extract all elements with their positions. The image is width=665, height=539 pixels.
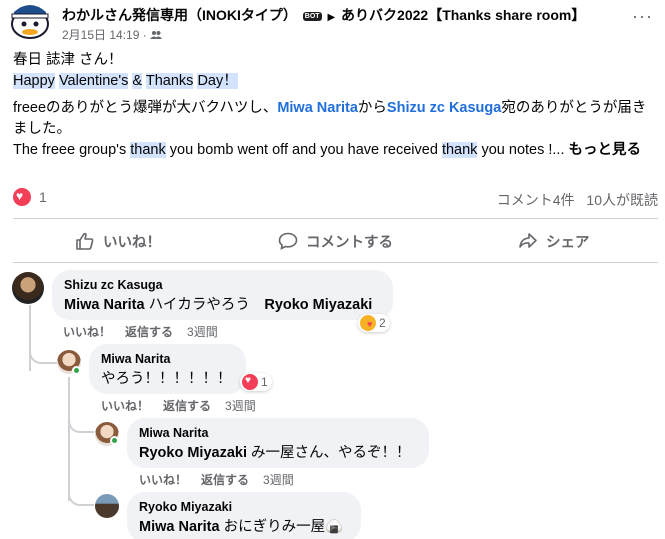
avatar[interactable] <box>95 494 119 518</box>
comment-body: おにぎりみ一屋 <box>219 519 326 535</box>
online-status-dot <box>72 366 81 375</box>
comment-author[interactable]: Ryoko Miyazaki <box>139 499 349 515</box>
divider <box>13 218 658 219</box>
mention-link[interactable]: Miwa Narita <box>139 519 220 535</box>
arrow-right-icon: ▶ <box>327 12 336 23</box>
en-text: you bomb went off and you have received <box>169 142 438 158</box>
comment-item: Ryoko Miyazaki Miwa Narita おにぎりみ一屋🍙 <box>0 490 665 539</box>
group-audience-icon <box>150 31 163 39</box>
jp-message: freeeのありがとう爆弾が大バクハツし、Miwa NaritaからShizu … <box>13 98 653 140</box>
thumbs-up-icon <box>76 232 94 250</box>
reaction-count: 2 <box>379 316 386 330</box>
post-meta: 2月15日 14:19 · <box>62 26 163 43</box>
heart-reaction-icon[interactable] <box>13 188 31 207</box>
comment-reply-button[interactable]: 返信する <box>163 399 211 413</box>
comment-author[interactable]: Miwa Narita <box>139 425 417 441</box>
care-reaction-icon <box>360 315 376 331</box>
comment-like-button[interactable]: いいね！ <box>101 399 149 413</box>
post-date[interactable]: 2月15日 14:19 <box>62 28 139 42</box>
comment-button[interactable]: コメントする <box>278 224 393 258</box>
mention-link[interactable]: Ryoko Miyazaki <box>139 445 247 461</box>
reaction-count: 1 <box>261 375 268 389</box>
comment-time[interactable]: 3週間 <box>263 473 294 487</box>
comment-reply-button[interactable]: 返信する <box>201 473 249 487</box>
comment-reaction-badge[interactable]: 2 <box>358 314 390 332</box>
comment-bubble-icon <box>278 232 298 250</box>
comment-item: Miwa Narita Ryoko Miyazaki み一屋さん、やるぞ！！ い… <box>0 416 665 488</box>
comment-like-button[interactable]: いいね！ <box>139 473 187 487</box>
comment-item: Shizu zc Kasuga Miwa Narita ハイカラやろう Ryok… <box>0 268 665 340</box>
post-actions: いいね！ コメントする シェア <box>13 224 658 258</box>
mention-link[interactable]: Miwa Narita <box>64 297 145 313</box>
more-options-button[interactable]: ··· <box>632 6 653 27</box>
jp-text: freeeのありがとう爆弾が大バクハツし、 <box>13 100 278 116</box>
highlight-word: Valentine's <box>58 73 129 89</box>
comment-like-button[interactable]: いいね！ <box>63 325 111 339</box>
comment-actions: いいね！ 返信する 3週間 <box>139 471 308 488</box>
comment-author[interactable]: Miwa Narita <box>101 351 234 367</box>
like-label: いいね！ <box>103 234 161 251</box>
post-body: 春日 誌津 さん！ Happy Valentine's & Thanks Day… <box>13 50 653 161</box>
comment-reaction-badge[interactable]: 1 <box>240 373 272 391</box>
share-button[interactable]: シェア <box>518 224 590 258</box>
comment-bubble: Shizu zc Kasuga Miwa Narita ハイカラやろう Ryok… <box>52 270 393 320</box>
comment-actions: いいね！ 返信する 3週間 <box>101 397 270 414</box>
like-button[interactable]: いいね！ <box>75 224 161 258</box>
comment-text: やろう！！！！！！ <box>101 371 232 387</box>
en-message: The freee group's thank you bomb went of… <box>13 140 653 161</box>
greeting-line: 春日 誌津 さん！ <box>13 52 123 68</box>
reactions-summary: 1 コメント4件 10人が既読 <box>13 188 658 210</box>
onigiri-emoji-icon: 🍙 <box>325 519 344 535</box>
post-title: わかルさん発信専用（INOKIタイプ） BOT ▶ ありバク2022【Thank… <box>62 5 585 25</box>
page-name-link[interactable]: わかルさん発信専用（INOKIタイプ） <box>62 7 297 23</box>
comment-bubble: Miwa Narita やろう！！！！！！ <box>89 344 246 394</box>
highlight-word: Day <box>197 73 224 89</box>
comment-body: ハイカラやろう <box>144 297 265 313</box>
comment-body: み一屋さん、やるぞ！！ <box>247 445 411 461</box>
en-text: you notes !... <box>481 142 565 158</box>
mention-link[interactable]: Miwa Narita <box>277 100 358 116</box>
highlight-word: thank <box>130 142 166 158</box>
share-arrow-icon <box>519 233 537 248</box>
highlight-word: thank <box>441 142 478 158</box>
comment-count-link[interactable]: コメント4件 <box>497 192 575 208</box>
comment-item: Miwa Narita やろう！！！！！！ 1 いいね！ 返信する 3週間 <box>0 342 665 414</box>
comment-text: Miwa Narita おにぎりみ一屋🍙 <box>139 517 349 537</box>
comment-time[interactable]: 3週間 <box>187 325 218 339</box>
heart-reaction-icon <box>242 374 258 390</box>
see-more-link[interactable]: もっと見る <box>569 142 642 158</box>
meta-separator: · <box>142 28 147 42</box>
seen-count-link[interactable]: 10人が既読 <box>586 192 658 208</box>
comment-label: コメントする <box>306 234 393 251</box>
bot-badge: BOT <box>302 12 322 21</box>
comment-bubble: Ryoko Miyazaki Miwa Narita おにぎりみ一屋🍙 <box>127 492 361 539</box>
post-header: わかルさん発信専用（INOKIタイプ） BOT ▶ ありバク2022【Thank… <box>0 0 665 44</box>
mention-link[interactable]: Ryoko Miyazaki <box>264 297 372 313</box>
highlight-line: Happy Valentine's & Thanks Day！ <box>13 71 653 92</box>
online-status-dot <box>110 436 119 445</box>
comment-reply-button[interactable]: 返信する <box>125 325 173 339</box>
mention-link[interactable]: Shizu zc Kasuga <box>387 100 501 116</box>
divider <box>13 262 658 263</box>
group-name-link[interactable]: ありバク2022【Thanks share room】 <box>341 7 585 23</box>
en-text: The freee group's <box>13 142 127 158</box>
comment-text: Ryoko Miyazaki み一屋さん、やるぞ！！ <box>139 443 417 463</box>
comment-author[interactable]: Shizu zc Kasuga <box>64 277 381 293</box>
jp-text: から <box>357 100 387 116</box>
highlight-word: Happy <box>13 73 55 89</box>
comment-bubble: Miwa Narita Ryoko Miyazaki み一屋さん、やるぞ！！ <box>127 418 429 468</box>
highlight-word: Thanks <box>145 73 194 89</box>
comment-text: Miwa Narita ハイカラやろう Ryoko Miyazaki <box>64 295 381 315</box>
comment-time[interactable]: 3週間 <box>225 399 256 413</box>
highlight-word: & <box>132 73 143 89</box>
reaction-count[interactable]: 1 <box>39 189 47 205</box>
comment-actions: いいね！ 返信する 3週間 <box>63 323 232 340</box>
post-stats: コメント4件 10人が既読 <box>497 190 658 210</box>
avatar[interactable] <box>12 272 44 304</box>
page-avatar-duck-icon[interactable] <box>8 0 52 40</box>
share-label: シェア <box>546 234 590 251</box>
highlight-word: ！ <box>223 73 238 89</box>
